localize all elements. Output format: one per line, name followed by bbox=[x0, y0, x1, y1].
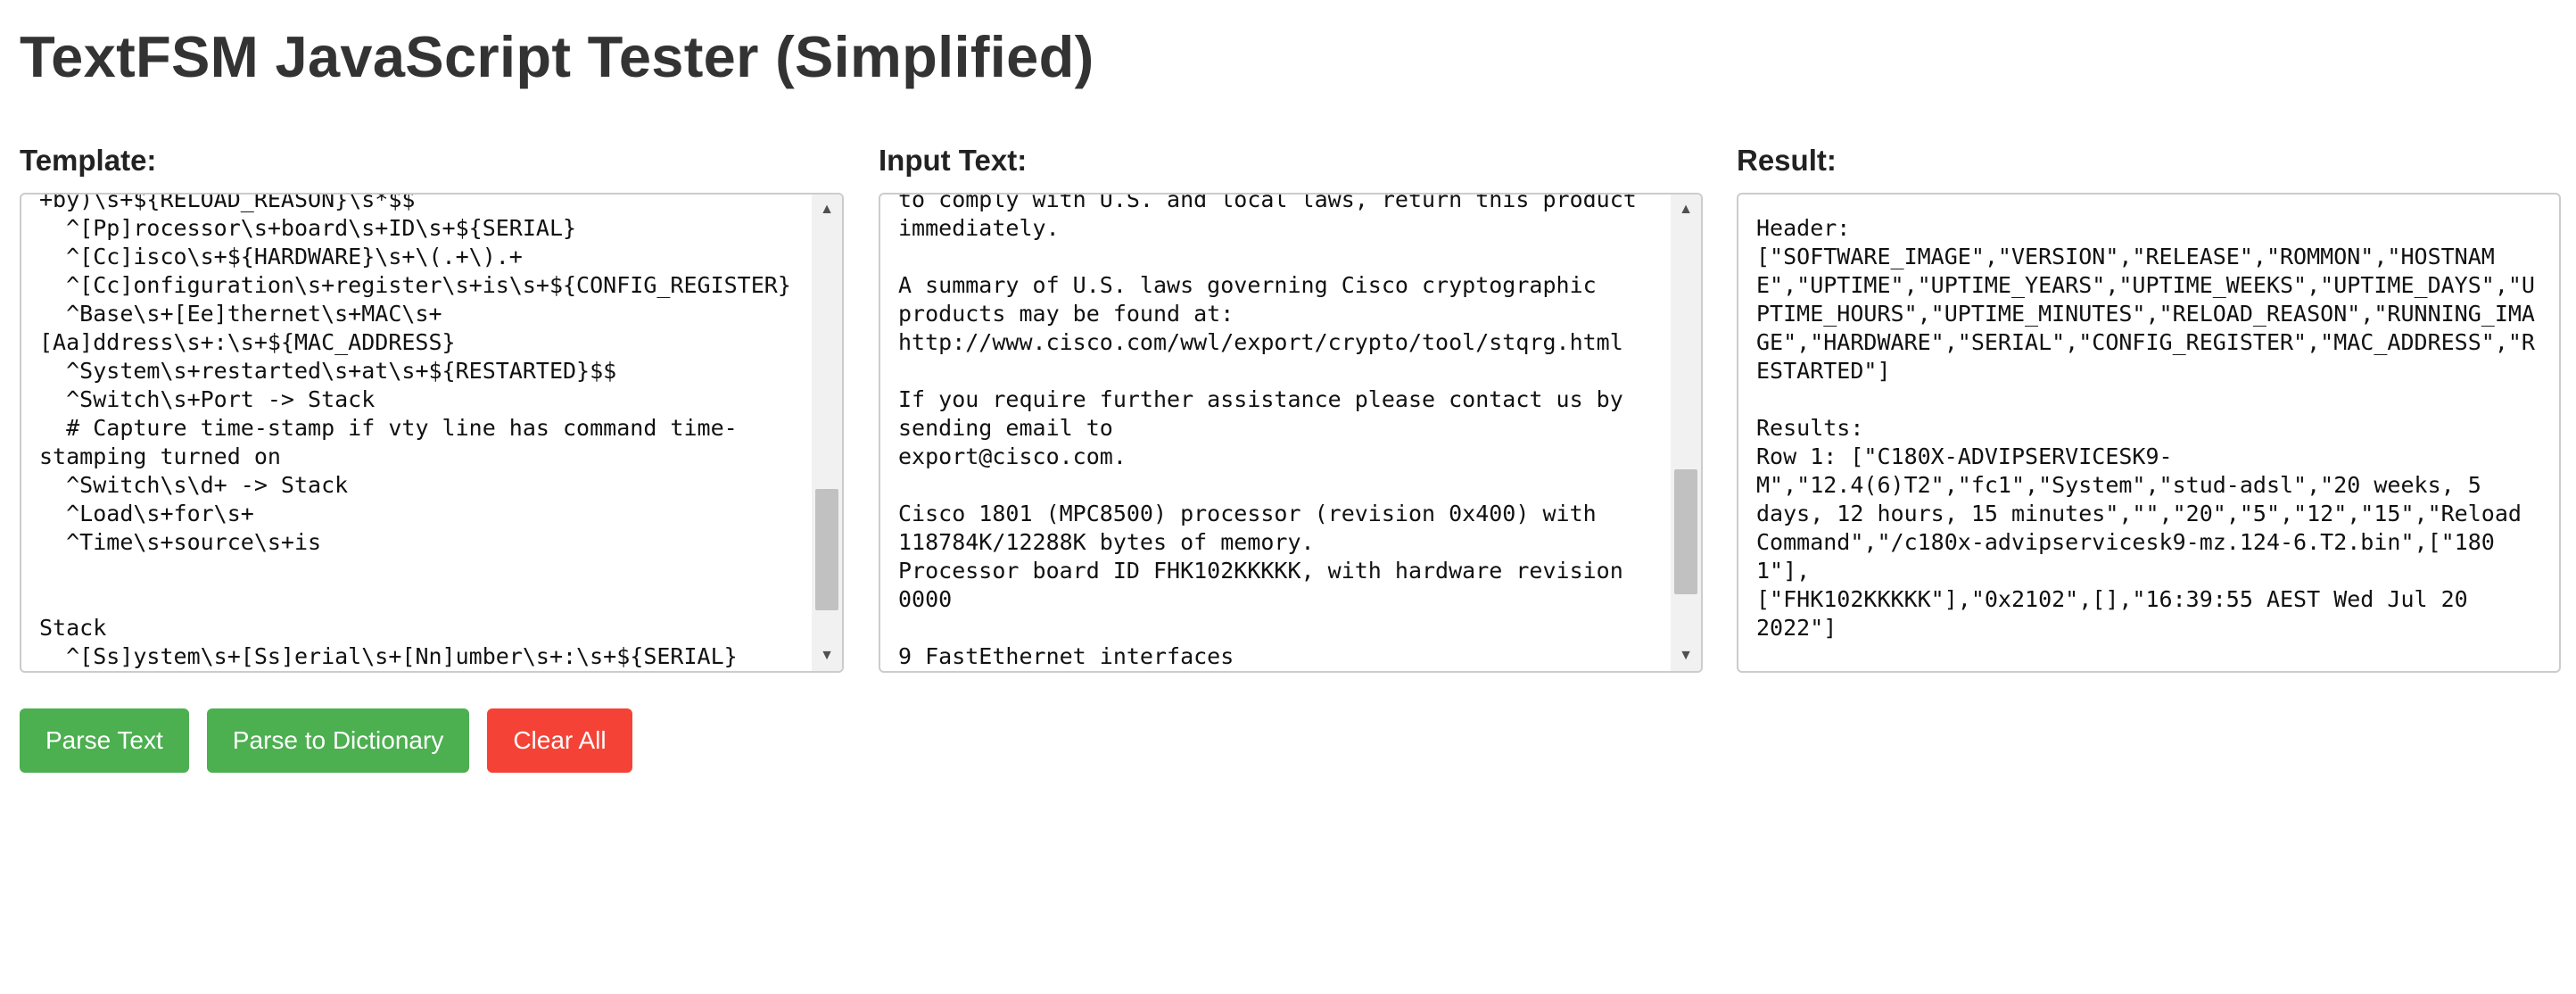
result-text: Header: ["SOFTWARE_IMAGE","VERSION","REL… bbox=[1756, 215, 2535, 641]
input-panel: Input Text: to comply with U.S. and loca… bbox=[879, 143, 1703, 673]
result-output: Header: ["SOFTWARE_IMAGE","VERSION","REL… bbox=[1737, 193, 2561, 673]
button-row: Parse Text Parse to Dictionary Clear All bbox=[20, 708, 632, 773]
scroll-up-arrow-icon[interactable]: ▲ bbox=[812, 195, 842, 225]
template-scroll-thumb[interactable] bbox=[815, 489, 838, 610]
template-scrollbar[interactable]: ▲ ▼ bbox=[812, 195, 842, 671]
template-text[interactable]: +by)\s+${RELOAD_REASON}\s*$$ ^[Pp]rocess… bbox=[21, 195, 812, 671]
input-textarea[interactable]: to comply with U.S. and local laws, retu… bbox=[879, 193, 1703, 673]
input-scrollbar[interactable]: ▲ ▼ bbox=[1671, 195, 1701, 671]
scroll-up-arrow-icon[interactable]: ▲ bbox=[1671, 195, 1701, 225]
input-label: Input Text: bbox=[879, 144, 1028, 177]
input-text[interactable]: to comply with U.S. and local laws, retu… bbox=[880, 195, 1671, 671]
parse-text-button[interactable]: Parse Text bbox=[20, 708, 189, 773]
template-panel: Template: +by)\s+${RELOAD_REASON}\s*$$ ^… bbox=[20, 143, 844, 673]
input-scroll-thumb[interactable] bbox=[1674, 469, 1697, 594]
clear-all-button[interactable]: Clear All bbox=[487, 708, 632, 773]
result-label: Result: bbox=[1737, 144, 1837, 177]
parse-to-dictionary-button[interactable]: Parse to Dictionary bbox=[206, 708, 470, 773]
page-title: TextFSM JavaScript Tester (Simplified) bbox=[20, 24, 1094, 89]
template-label: Template: bbox=[20, 144, 157, 177]
scroll-down-arrow-icon[interactable]: ▼ bbox=[812, 641, 842, 671]
result-panel: Result: Header: ["SOFTWARE_IMAGE","VERSI… bbox=[1737, 143, 2561, 673]
template-textarea[interactable]: +by)\s+${RELOAD_REASON}\s*$$ ^[Pp]rocess… bbox=[20, 193, 844, 673]
scroll-down-arrow-icon[interactable]: ▼ bbox=[1671, 641, 1701, 671]
